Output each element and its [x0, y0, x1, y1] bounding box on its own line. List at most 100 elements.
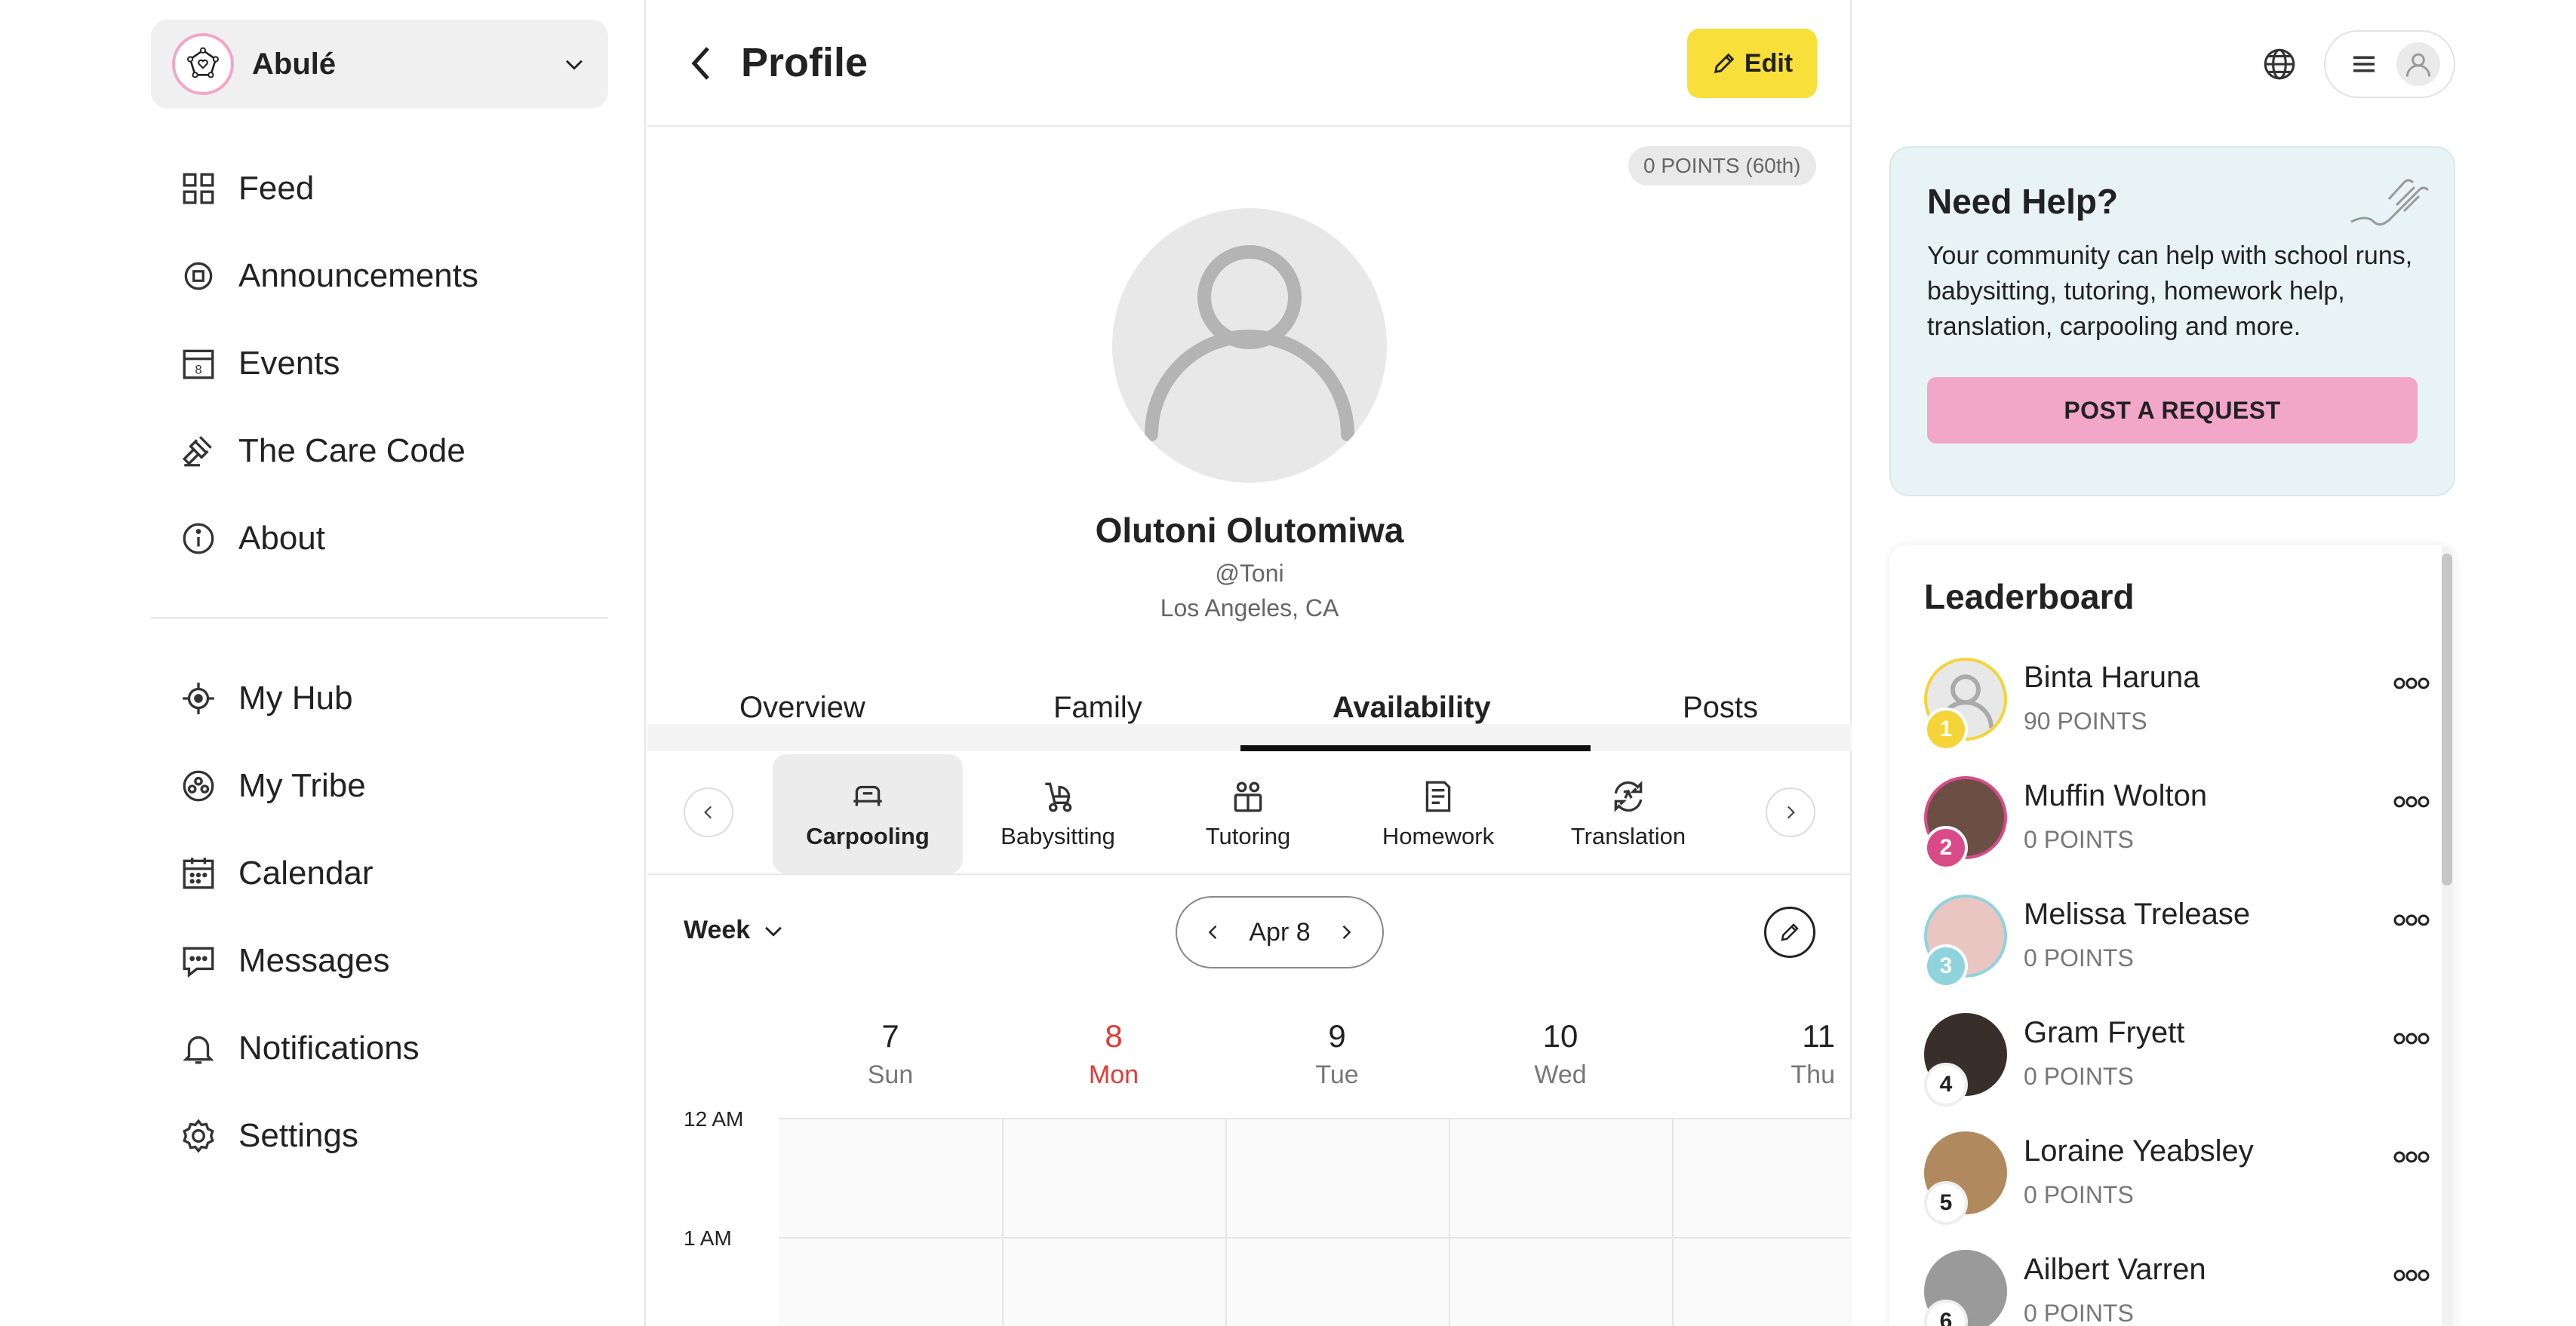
more-options-icon[interactable]: [2392, 793, 2431, 811]
sidebar-item-my-tribe[interactable]: My Tribe: [180, 742, 420, 830]
gear-icon: [183, 1119, 214, 1153]
more-options-icon[interactable]: [2392, 1030, 2431, 1048]
rank-badge: 2: [1924, 826, 1968, 870]
service-label: Tutoring: [1205, 823, 1291, 849]
service-label: Carpooling: [806, 823, 930, 849]
active-tab-indicator: [1240, 745, 1591, 751]
org-name: Abulé: [252, 47, 337, 81]
grid-icon: [183, 173, 214, 204]
org-switcher[interactable]: Abulé: [151, 20, 608, 109]
day-number: 9: [1328, 1018, 1346, 1054]
day-name: Wed: [1534, 1060, 1587, 1089]
chevron-right-icon[interactable]: [1336, 922, 1357, 943]
tab-family[interactable]: Family: [1053, 691, 1142, 725]
leaderboard-row[interactable]: 4 Gram Fryett 0 POINTS: [1924, 1013, 2437, 1131]
chevron-left-icon[interactable]: [1203, 922, 1224, 943]
more-options-icon[interactable]: [2392, 1266, 2431, 1285]
service-prev-button[interactable]: [684, 787, 733, 837]
calendar-grid[interactable]: [779, 1118, 1852, 1326]
calendar-icon: [183, 858, 214, 889]
day-number: 8: [1105, 1018, 1123, 1054]
sidebar-item-label: Feed: [238, 170, 315, 207]
rank-badge: 5: [1924, 1181, 1968, 1225]
sidebar-item-messages[interactable]: Messages: [180, 917, 420, 1005]
user-menu-button[interactable]: [2324, 30, 2455, 98]
sidebar-item-feed[interactable]: Feed: [180, 145, 478, 232]
sidebar-item-label: Calendar: [238, 855, 373, 892]
hamburger-icon: [2353, 56, 2375, 72]
sidebar-item-my-hub[interactable]: My Hub: [180, 655, 420, 742]
chevron-right-icon: [1787, 806, 1795, 819]
grid-line: [1672, 1119, 1674, 1326]
sidebar-item-label: Messages: [238, 942, 390, 979]
service-tutoring[interactable]: Tutoring: [1153, 754, 1343, 873]
help-title: Need Help?: [1927, 182, 2119, 221]
sidebar-item-care-code[interactable]: The Care Code: [180, 407, 478, 495]
tutoring-icon: [1234, 781, 1262, 812]
car-seat-icon: [853, 785, 882, 806]
leaderboard-points: 0 POINTS: [2024, 1181, 2134, 1208]
leaderboard-row[interactable]: 6 Ailbert Varren 0 POINTS: [1924, 1250, 2437, 1326]
sidebar-item-events[interactable]: 8 Events: [180, 320, 478, 407]
sidebar-item-label: About: [238, 520, 325, 557]
day-header: 7 Sun: [779, 1018, 1002, 1090]
sidebar-item-calendar[interactable]: Calendar: [180, 830, 420, 917]
day-name: Tue: [1315, 1060, 1359, 1089]
view-selector[interactable]: Week: [684, 916, 786, 945]
leaderboard-title: Leaderboard: [1924, 577, 2135, 616]
right-panel: Need Help? Your community can help with …: [1853, 0, 2576, 1326]
edit-availability-button[interactable]: [1764, 907, 1815, 958]
help-card: Need Help? Your community can help with …: [1889, 146, 2455, 496]
more-options-icon[interactable]: [2392, 674, 2431, 692]
globe-icon[interactable]: [2261, 45, 2298, 83]
service-label: Translation: [1570, 823, 1686, 849]
profile-location: Los Angeles, CA: [1160, 594, 1339, 622]
sidebar-item-about[interactable]: About: [180, 495, 478, 582]
rank-badge: 3: [1924, 944, 1968, 988]
page-title: Profile: [741, 40, 868, 85]
day-name: Mon: [1088, 1060, 1139, 1089]
calendar-toolbar: Week Apr 8: [647, 890, 1852, 973]
leaderboard-points: 90 POINTS: [2024, 708, 2147, 735]
leaderboard-row[interactable]: 3 Melissa Trelease 0 POINTS: [1924, 895, 2437, 1012]
day-name: Sun: [867, 1060, 914, 1089]
sidebar-item-label: My Tribe: [238, 767, 366, 804]
chat-icon: [183, 947, 214, 978]
leaderboard-name: Loraine Yeabsley: [2024, 1134, 2254, 1168]
tab-availability[interactable]: Availability: [1333, 691, 1491, 725]
sidebar-item-label: Announcements: [238, 257, 478, 294]
tab-overview[interactable]: Overview: [739, 691, 865, 725]
post-request-button[interactable]: POST A REQUEST: [1927, 377, 2418, 444]
user-silhouette-icon: [2405, 53, 2431, 77]
service-babysitting[interactable]: Babysitting: [963, 754, 1153, 873]
edit-button[interactable]: Edit: [1687, 29, 1817, 98]
view-label: Week: [684, 916, 751, 944]
leaderboard-row[interactable]: 5 Loraine Yeabsley 0 POINTS: [1924, 1131, 2437, 1249]
back-arrow-icon[interactable]: [684, 42, 720, 84]
tab-posts[interactable]: Posts: [1683, 691, 1758, 725]
service-carpooling[interactable]: Carpooling: [773, 754, 963, 873]
more-options-icon[interactable]: [2392, 1148, 2431, 1166]
chevron-down-icon: [765, 926, 782, 937]
scrollbar-thumb[interactable]: [2442, 554, 2452, 886]
leaderboard-row[interactable]: 2 Muffin Wolton 0 POINTS: [1924, 776, 2437, 894]
chevron-down-icon: [566, 60, 583, 70]
stroller-icon: [1045, 782, 1072, 812]
translation-icon: [1614, 781, 1643, 812]
leaderboard-row[interactable]: 1 Binta Haruna 90 POINTS: [1924, 658, 2437, 775]
sidebar-item-announcements[interactable]: Announcements: [180, 232, 478, 320]
nav-divider: [151, 617, 608, 618]
day-header: 10 Wed: [1449, 1018, 1672, 1090]
sidebar-item-label: Events: [238, 345, 340, 382]
sidebar-item-settings[interactable]: Settings: [180, 1092, 420, 1180]
more-options-icon[interactable]: [2392, 911, 2431, 929]
sidebar-item-notifications[interactable]: Notifications: [180, 1005, 420, 1092]
service-translation[interactable]: Translation: [1533, 754, 1723, 873]
service-homework[interactable]: Homework: [1343, 754, 1533, 873]
sidebar-item-label: Notifications: [238, 1030, 420, 1067]
nav-primary: Feed Announcements 8 Events The Care Cod…: [180, 145, 478, 582]
service-next-button[interactable]: [1766, 787, 1815, 837]
leaderboard-points: 0 POINTS: [2024, 1300, 2134, 1326]
time-label: 12 AM: [684, 1107, 744, 1131]
grid-line: [1225, 1119, 1227, 1326]
